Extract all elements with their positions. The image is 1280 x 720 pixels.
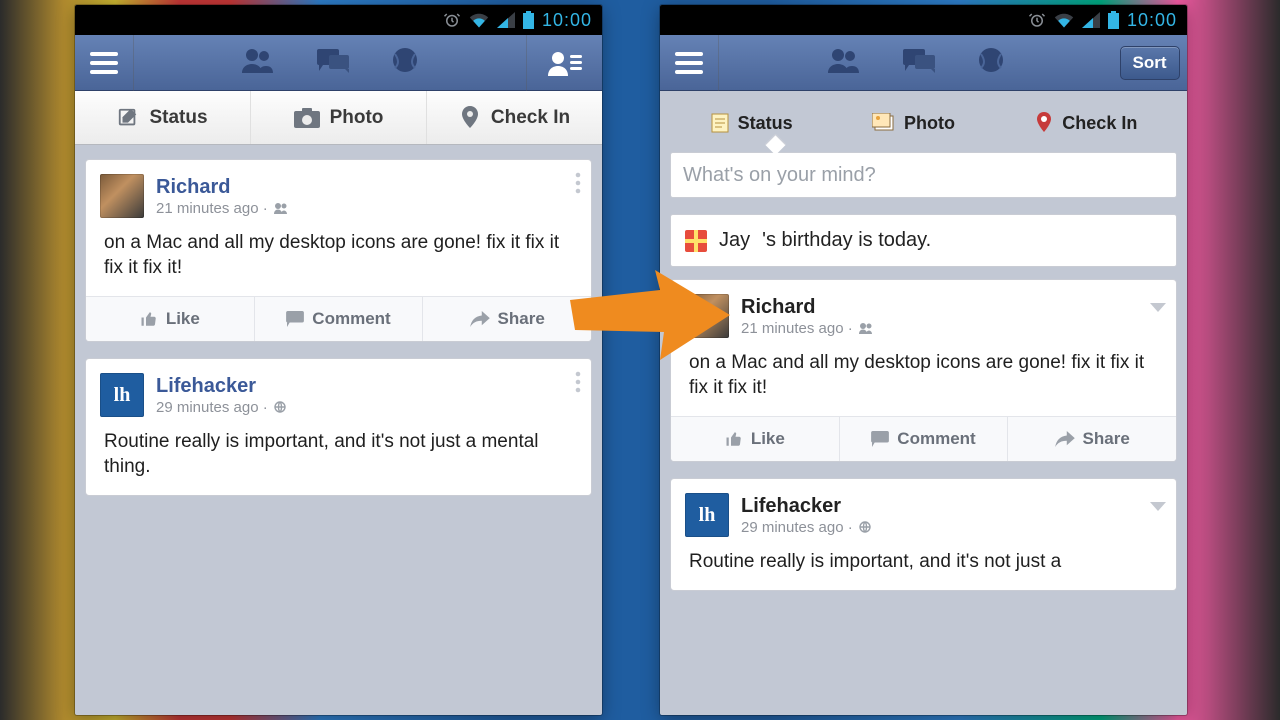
- share-button[interactable]: Share: [1007, 417, 1176, 461]
- menu-button[interactable]: [75, 35, 133, 91]
- post-menu-button[interactable]: [575, 371, 581, 398]
- composer-photo-label: Photo: [330, 107, 384, 129]
- composer-photo-button[interactable]: Photo: [250, 91, 426, 144]
- status-input[interactable]: What's on your mind?: [670, 152, 1177, 198]
- wifi-icon: [469, 12, 489, 28]
- menu-button[interactable]: [660, 35, 718, 91]
- post-body: on a Mac and all my desktop icons are go…: [86, 226, 591, 296]
- audience-public-icon: [859, 521, 871, 533]
- post-card[interactable]: Richard 21 minutes ago · on a Mac and al…: [670, 279, 1177, 462]
- post-actions: Like Comment Share: [671, 416, 1176, 461]
- comment-button[interactable]: Comment: [254, 297, 423, 341]
- composer-area: Status Photo Check In What's on your min…: [660, 91, 1187, 208]
- audience-public-icon: [274, 401, 286, 413]
- birthday-text: 's birthday is today.: [762, 229, 931, 252]
- post-card[interactable]: Richard 21 minutes ago · on a Mac and al…: [85, 159, 592, 342]
- facebook-top-bar: Sort: [660, 35, 1187, 91]
- composer-tabs: Status Photo Check In: [670, 103, 1177, 143]
- alarm-icon: [443, 11, 461, 29]
- battery-icon: [1108, 11, 1119, 29]
- wifi-icon: [1054, 12, 1074, 28]
- post-menu-button[interactable]: [575, 172, 581, 199]
- post-body: Routine really is important, and it's no…: [671, 545, 1176, 590]
- post-author[interactable]: Lifehacker: [156, 375, 286, 398]
- post-author[interactable]: Lifehacker: [741, 495, 871, 518]
- post-meta: 29 minutes ago ·: [741, 519, 871, 536]
- post-card[interactable]: lh Lifehacker 29 minutes ago · Routine r…: [670, 478, 1177, 591]
- avatar[interactable]: lh: [685, 493, 729, 537]
- post-meta: 21 minutes ago ·: [156, 200, 288, 217]
- status-clock: 10:00: [542, 10, 592, 31]
- like-button[interactable]: Like: [86, 297, 254, 341]
- alarm-icon: [1028, 11, 1046, 29]
- friend-finder-button[interactable]: [527, 35, 602, 91]
- news-feed[interactable]: Richard 21 minutes ago · on a Mac and al…: [660, 277, 1187, 591]
- post-author[interactable]: Richard: [741, 296, 873, 319]
- composer-checkin-button[interactable]: Check In: [426, 91, 602, 144]
- post-menu-button[interactable]: [1150, 300, 1166, 318]
- post-menu-button[interactable]: [1150, 499, 1166, 517]
- android-status-bar: 10:00: [75, 5, 602, 35]
- signal-icon: [1082, 12, 1100, 28]
- birthday-name: Jay: [719, 229, 750, 252]
- tab-checkin[interactable]: Check In: [1030, 106, 1141, 140]
- avatar[interactable]: lh: [100, 373, 144, 417]
- audience-friends-icon: [274, 202, 288, 214]
- post-body: Routine really is important, and it's no…: [86, 425, 591, 495]
- tab-photo[interactable]: Photo: [868, 107, 959, 140]
- messages-icon[interactable]: [903, 47, 935, 78]
- phone-screenshot-right: 10:00 Sort: [660, 5, 1187, 715]
- notifications-icon[interactable]: [977, 46, 1005, 79]
- gift-icon: [685, 230, 707, 252]
- composer-status-button[interactable]: Status: [75, 91, 250, 144]
- post-author[interactable]: Richard: [156, 176, 288, 199]
- android-status-bar: 10:00: [660, 5, 1187, 35]
- phone-screenshot-left: 10:00: [75, 5, 602, 715]
- messages-icon[interactable]: [317, 47, 349, 78]
- post-card[interactable]: lh Lifehacker 29 minutes ago · Routine r…: [85, 358, 592, 496]
- composer-bar: Status Photo Check In: [75, 91, 602, 145]
- status-clock: 10:00: [1127, 10, 1177, 31]
- friend-requests-icon[interactable]: [241, 47, 275, 78]
- facebook-top-bar: [75, 35, 602, 91]
- signal-icon: [497, 12, 515, 28]
- arrow-icon: [560, 270, 730, 360]
- post-body: on a Mac and all my desktop icons are go…: [671, 346, 1176, 416]
- composer-status-label: Status: [149, 107, 207, 129]
- post-meta: 29 minutes ago ·: [156, 399, 286, 416]
- comment-button[interactable]: Comment: [839, 417, 1008, 461]
- friend-requests-icon[interactable]: [827, 47, 861, 78]
- tab-status[interactable]: Status: [706, 106, 797, 140]
- avatar[interactable]: [100, 174, 144, 218]
- audience-friends-icon: [859, 322, 873, 334]
- post-meta: 21 minutes ago ·: [741, 320, 873, 337]
- battery-icon: [523, 11, 534, 29]
- post-actions: Like Comment Share: [86, 296, 591, 341]
- notifications-icon[interactable]: [391, 46, 419, 79]
- composer-checkin-label: Check In: [491, 107, 570, 129]
- sort-button[interactable]: Sort: [1120, 46, 1180, 80]
- like-button[interactable]: Like: [671, 417, 839, 461]
- birthday-card[interactable]: Jay 's birthday is today.: [670, 214, 1177, 267]
- news-feed[interactable]: Richard 21 minutes ago · on a Mac and al…: [75, 145, 602, 496]
